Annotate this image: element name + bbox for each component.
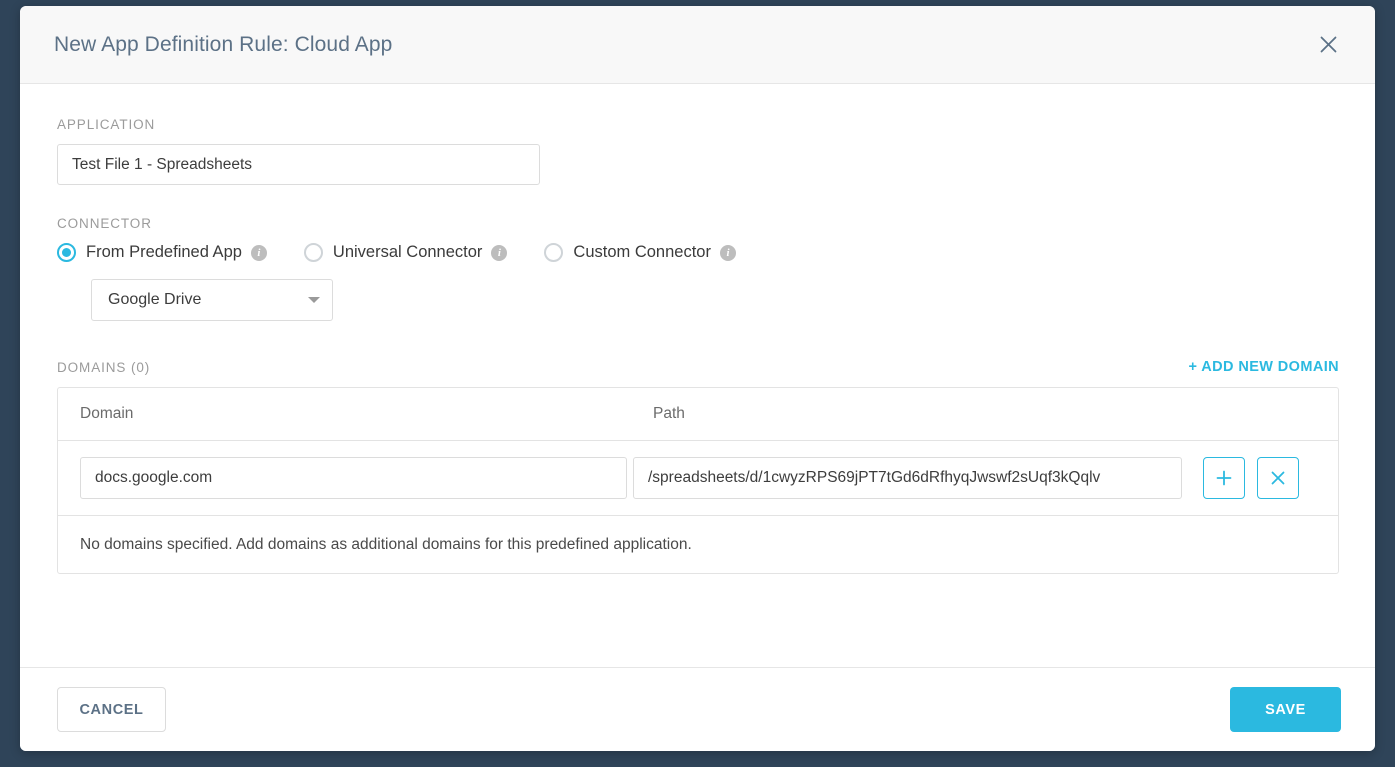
- connector-section: CONNECTOR From Predefined App i Universa…: [57, 216, 1339, 321]
- plus-icon: [1215, 469, 1233, 487]
- radio-label-predefined: From Predefined App: [86, 243, 242, 261]
- radio-indicator-universal[interactable]: [303, 243, 323, 262]
- table-row: [58, 441, 1338, 516]
- dialog-title: New App Definition Rule: Cloud App: [54, 32, 393, 56]
- chevron-down-icon: [308, 297, 320, 303]
- dialog-body: APPLICATION CONNECTOR From Predefined Ap…: [20, 84, 1375, 667]
- domains-table: Domain Path docs.google.com /spreadsheet…: [57, 387, 1339, 574]
- add-domain-row-button[interactable]: [1203, 457, 1245, 499]
- dialog-header: New App Definition Rule: Cloud App: [20, 6, 1375, 84]
- domains-table-header: Domain Path: [58, 388, 1338, 441]
- domains-section: DOMAINS (0) + ADD NEW DOMAIN Domain Path: [57, 359, 1339, 574]
- domains-empty-message: No domains specified. Add domains as add…: [80, 535, 692, 553]
- cancel-button[interactable]: CANCEL: [57, 687, 166, 732]
- remove-domain-row-button[interactable]: [1257, 457, 1299, 499]
- radio-indicator-custom[interactable]: [544, 243, 564, 262]
- dialog-footer: CANCEL SAVE: [20, 667, 1375, 751]
- info-icon-universal[interactable]: i: [491, 244, 508, 261]
- application-name-input[interactable]: [57, 144, 540, 185]
- radio-label-custom: Custom Connector: [573, 243, 711, 261]
- radio-custom-connector[interactable]: Custom Connector i: [544, 243, 736, 262]
- application-label: APPLICATION: [57, 117, 156, 132]
- domains-empty-state: No domains specified. Add domains as add…: [58, 516, 1338, 573]
- radio-label-universal: Universal Connector: [332, 243, 483, 261]
- column-header-path: Path: [653, 405, 685, 422]
- predefined-app-selected-value: Google Drive: [108, 291, 202, 308]
- info-icon-predefined[interactable]: i: [250, 244, 267, 261]
- close-icon: [1319, 35, 1338, 54]
- save-button[interactable]: SAVE: [1230, 687, 1341, 732]
- connector-label: CONNECTOR: [57, 216, 152, 231]
- close-icon: [1269, 469, 1287, 487]
- close-dialog-button[interactable]: [1311, 28, 1345, 62]
- radio-from-predefined-app[interactable]: From Predefined App i: [57, 243, 267, 262]
- connector-radio-group: From Predefined App i Universal Connecto…: [57, 243, 1339, 262]
- radio-indicator-predefined[interactable]: [57, 243, 76, 262]
- radio-universal-connector[interactable]: Universal Connector i: [303, 243, 508, 262]
- new-app-definition-rule-dialog: New App Definition Rule: Cloud App APPLI…: [20, 6, 1375, 751]
- application-section: APPLICATION: [57, 117, 1339, 185]
- add-new-domain-button[interactable]: + ADD NEW DOMAIN: [1189, 359, 1339, 375]
- info-icon-custom[interactable]: i: [719, 244, 736, 261]
- column-header-domain: Domain: [80, 405, 134, 422]
- domain-input[interactable]: [80, 457, 627, 499]
- domains-header: DOMAINS (0) + ADD NEW DOMAIN: [57, 359, 1339, 375]
- path-input[interactable]: [633, 457, 1182, 499]
- predefined-app-select[interactable]: Google Drive: [91, 279, 333, 321]
- domains-label: DOMAINS (0): [57, 360, 151, 375]
- row-actions: [1203, 457, 1299, 499]
